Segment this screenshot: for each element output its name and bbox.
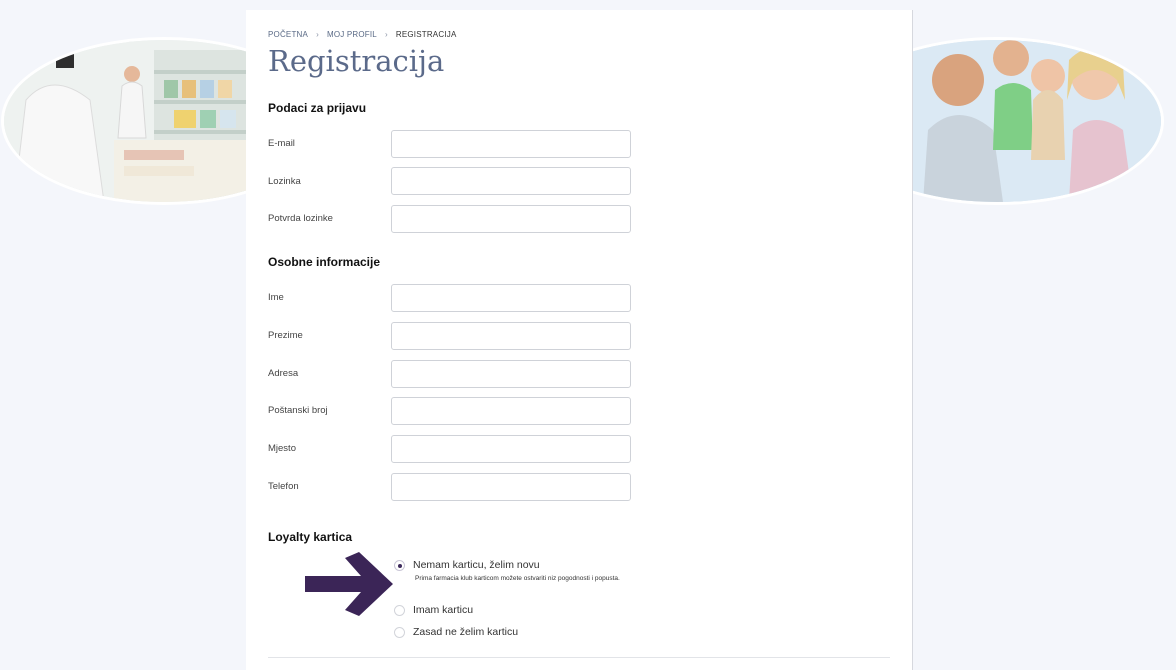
- loyalty-option-label: Zasad ne želim karticu: [413, 626, 519, 638]
- postal-code-label: Poštanski broj: [268, 405, 328, 416]
- family-photo: [913, 0, 1176, 208]
- phone-label: Telefon: [268, 481, 299, 492]
- city-field[interactable]: [391, 435, 631, 463]
- password-field[interactable]: [391, 167, 631, 195]
- breadcrumb-separator-icon: ›: [316, 30, 319, 39]
- last-name-field[interactable]: [391, 322, 631, 350]
- breadcrumb-current: REGISTRACIJA: [395, 30, 457, 39]
- first-name-label: Ime: [268, 292, 284, 303]
- address-field[interactable]: [391, 360, 631, 388]
- address-label: Adresa: [268, 368, 299, 379]
- breadcrumb: POČETNA › MOJ PROFIL › REGISTRACIJA: [268, 30, 456, 39]
- loyalty-option-label: Imam karticu: [413, 604, 474, 616]
- pharmacy-photo-frame: [4, 40, 246, 202]
- password-confirm-label: Potvrda lozinke: [268, 213, 333, 224]
- postal-code-field[interactable]: [391, 397, 631, 425]
- personal-section-title: Osobne informacije: [268, 255, 381, 269]
- family-illustration: [913, 40, 1161, 202]
- password-label: Lozinka: [268, 176, 301, 187]
- radio-unchecked-icon[interactable]: [394, 626, 405, 638]
- loyalty-option-label: Nemam karticu, želim novu: [413, 559, 540, 571]
- city-label: Mjesto: [268, 443, 296, 454]
- loyalty-option-have-card[interactable]: Imam karticu: [394, 604, 473, 616]
- login-section-title: Podaci za prijavu: [268, 101, 367, 115]
- password-confirm-field[interactable]: [391, 205, 631, 233]
- loyalty-option-new-card[interactable]: Nemam karticu, želim novu: [394, 559, 540, 571]
- loyalty-option-no-card[interactable]: Zasad ne želim karticu: [394, 626, 518, 638]
- breadcrumb-profile[interactable]: MOJ PROFIL: [327, 30, 377, 39]
- last-name-label: Prezime: [268, 330, 303, 341]
- page-title: Registracija: [268, 44, 445, 78]
- breadcrumb-separator-icon: ›: [384, 30, 388, 39]
- arrow-right-icon: [305, 552, 397, 621]
- loyalty-option-hint: Prima farmacia klub karticom možete ostv…: [415, 575, 620, 582]
- email-field[interactable]: [391, 130, 631, 158]
- family-photo-frame: [913, 40, 1161, 202]
- loyalty-section-title: Loyalty kartica: [268, 530, 353, 544]
- form-divider: [268, 657, 890, 658]
- email-label: E-mail: [268, 138, 295, 149]
- pharmacist-illustration: [4, 40, 246, 202]
- first-name-field[interactable]: [391, 284, 631, 312]
- breadcrumb-home[interactable]: POČETNA: [268, 30, 308, 39]
- pharmacy-photo: [0, 0, 246, 208]
- phone-field[interactable]: [391, 473, 631, 501]
